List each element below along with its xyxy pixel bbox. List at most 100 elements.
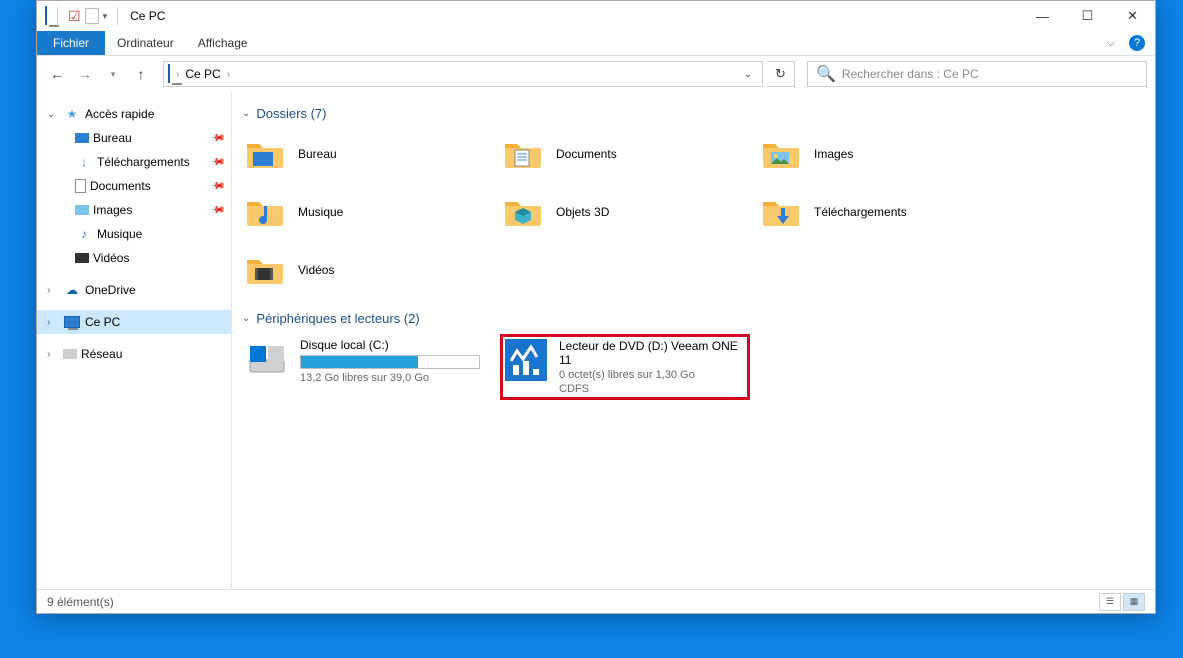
sidebar-item-videos[interactable]: Vidéos [37, 246, 231, 270]
refresh-button[interactable]: ↻ [767, 61, 795, 87]
status-bar: 9 élément(s) ☰ ▦ [37, 589, 1155, 613]
sidebar-item-desktop[interactable]: Bureau 📌 [37, 126, 231, 150]
folder-icon [760, 191, 802, 233]
pin-icon: 📌 [208, 202, 225, 219]
pin-icon: 📌 [208, 130, 225, 147]
video-icon [75, 253, 89, 263]
system-icon[interactable] [45, 7, 47, 25]
desktop-icon [75, 133, 89, 143]
search-placeholder: Rechercher dans : Ce PC [842, 67, 979, 81]
ribbon-expand-icon[interactable]: ⌵ [1107, 37, 1123, 50]
drives-grid: Disque local (C:) 13,2 Go libres sur 39,… [242, 334, 1145, 400]
maximize-button[interactable]: ☐ [1065, 1, 1110, 31]
star-icon: ★ [63, 107, 81, 121]
main-view: ⌄ Dossiers (7) Bureau Documents Images [232, 92, 1155, 589]
sidebar-onedrive[interactable]: › ☁ OneDrive [37, 278, 231, 302]
chevron-right-icon[interactable]: › [227, 69, 230, 80]
sidebar-network[interactable]: › Réseau [37, 342, 231, 366]
view-details-button[interactable]: ☰ [1099, 593, 1121, 611]
document-icon [75, 179, 86, 193]
tab-computer[interactable]: Ordinateur [105, 32, 186, 54]
drive-local-c[interactable]: Disque local (C:) 13,2 Go libres sur 39,… [242, 334, 492, 400]
forward-button[interactable]: → [73, 62, 97, 86]
folder-icon [244, 133, 286, 175]
breadcrumb-location[interactable]: Ce PC [185, 67, 220, 81]
chevron-right-icon[interactable]: › [47, 349, 59, 360]
drive-free-space: 13,2 Go libres sur 39,0 Go [300, 372, 488, 384]
tab-file[interactable]: Fichier [37, 31, 105, 55]
group-folders-header[interactable]: ⌄ Dossiers (7) [242, 106, 1145, 121]
group-title: Périphériques et lecteurs (2) [256, 311, 419, 326]
image-icon [75, 205, 89, 215]
pin-icon: 📌 [208, 154, 225, 171]
folder-videos[interactable]: Vidéos [242, 245, 492, 295]
nav-row: ← → ▾ ↑ › Ce PC › ⌄ ↻ 🔍 Rechercher dans … [37, 56, 1155, 92]
folder-3d-objects[interactable]: Objets 3D [500, 187, 750, 237]
address-pc-icon [168, 65, 170, 83]
sidebar-quick-access[interactable]: ⌄ ★ Accès rapide [37, 102, 231, 126]
help-icon[interactable]: ? [1129, 35, 1145, 51]
tab-view[interactable]: Affichage [186, 32, 260, 54]
folder-desktop[interactable]: Bureau [242, 129, 492, 179]
chevron-right-icon[interactable]: › [176, 69, 179, 80]
folder-images[interactable]: Images [758, 129, 1008, 179]
drive-icon [246, 338, 288, 380]
folder-icon [244, 249, 286, 291]
up-button[interactable]: ↑ [129, 62, 153, 86]
sidebar-item-images[interactable]: Images 📌 [37, 198, 231, 222]
folder-label: Téléchargements [814, 205, 907, 219]
folder-label: Objets 3D [556, 205, 609, 219]
content-area: ⌄ ★ Accès rapide Bureau 📌 ↓ Téléchargeme… [37, 92, 1155, 589]
sidebar-item-label: Accès rapide [85, 107, 154, 121]
qat-dropdown-icon[interactable]: ▾ [103, 11, 108, 22]
sidebar-item-downloads[interactable]: ↓ Téléchargements 📌 [37, 150, 231, 174]
download-icon: ↓ [75, 155, 93, 169]
address-bar[interactable]: › Ce PC › ⌄ [163, 61, 763, 87]
folder-documents[interactable]: Documents [500, 129, 750, 179]
address-dropdown-icon[interactable]: ⌄ [738, 69, 758, 80]
group-title: Dossiers (7) [256, 106, 326, 121]
pc-icon [63, 316, 81, 328]
chevron-down-icon[interactable]: ⌄ [242, 108, 250, 119]
search-icon: 🔍 [816, 64, 836, 84]
chevron-right-icon[interactable]: › [47, 285, 59, 296]
drive-name: Lecteur de DVD (D:) Veeam ONE 11 [559, 339, 745, 367]
titlebar: ☑ ▾ Ce PC — ☐ ✕ [37, 1, 1155, 31]
chevron-down-icon[interactable]: ⌄ [242, 313, 250, 324]
recent-dropdown-icon[interactable]: ▾ [101, 62, 125, 86]
drive-name: Disque local (C:) [300, 338, 488, 352]
sidebar-item-label: OneDrive [85, 283, 136, 297]
chevron-down-icon[interactable]: ⌄ [47, 109, 59, 120]
group-drives-header[interactable]: ⌄ Périphériques et lecteurs (2) [242, 311, 1145, 326]
status-item-count: 9 élément(s) [47, 595, 114, 609]
sidebar-item-label: Téléchargements [97, 155, 190, 169]
folders-grid: Bureau Documents Images Musique Obj [242, 129, 1145, 295]
folder-icon [760, 133, 802, 175]
sidebar-item-label: Documents [90, 179, 151, 193]
back-button[interactable]: ← [45, 62, 69, 86]
drive-dvd-d[interactable]: Lecteur de DVD (D:) Veeam ONE 11 0 octet… [500, 334, 750, 400]
sidebar-item-label: Bureau [93, 131, 132, 145]
chevron-right-icon[interactable]: › [47, 317, 59, 328]
sidebar-item-documents[interactable]: Documents 📌 [37, 174, 231, 198]
drive-filesystem: CDFS [559, 383, 745, 395]
sidebar-item-label: Vidéos [93, 251, 129, 265]
folder-icon [502, 191, 544, 233]
folder-label: Documents [556, 147, 617, 161]
sidebar-item-music[interactable]: ♪ Musique [37, 222, 231, 246]
folder-music[interactable]: Musique [242, 187, 492, 237]
search-box[interactable]: 🔍 Rechercher dans : Ce PC [807, 61, 1147, 87]
sidebar-item-label: Ce PC [85, 315, 120, 329]
close-button[interactable]: ✕ [1110, 1, 1155, 31]
view-large-icons-button[interactable]: ▦ [1123, 593, 1145, 611]
qat-checkbox-icon[interactable]: ☑ [68, 8, 81, 25]
folder-label: Vidéos [298, 263, 334, 277]
sidebar-this-pc[interactable]: › Ce PC [37, 310, 231, 334]
sidebar-item-label: Musique [97, 227, 142, 241]
minimize-button[interactable]: — [1020, 1, 1065, 31]
folder-downloads[interactable]: Téléchargements [758, 187, 1008, 237]
sidebar-item-label: Images [93, 203, 132, 217]
nav-pane: ⌄ ★ Accès rapide Bureau 📌 ↓ Téléchargeme… [37, 92, 232, 589]
qat-doc-icon[interactable] [85, 8, 99, 24]
folder-icon [502, 133, 544, 175]
